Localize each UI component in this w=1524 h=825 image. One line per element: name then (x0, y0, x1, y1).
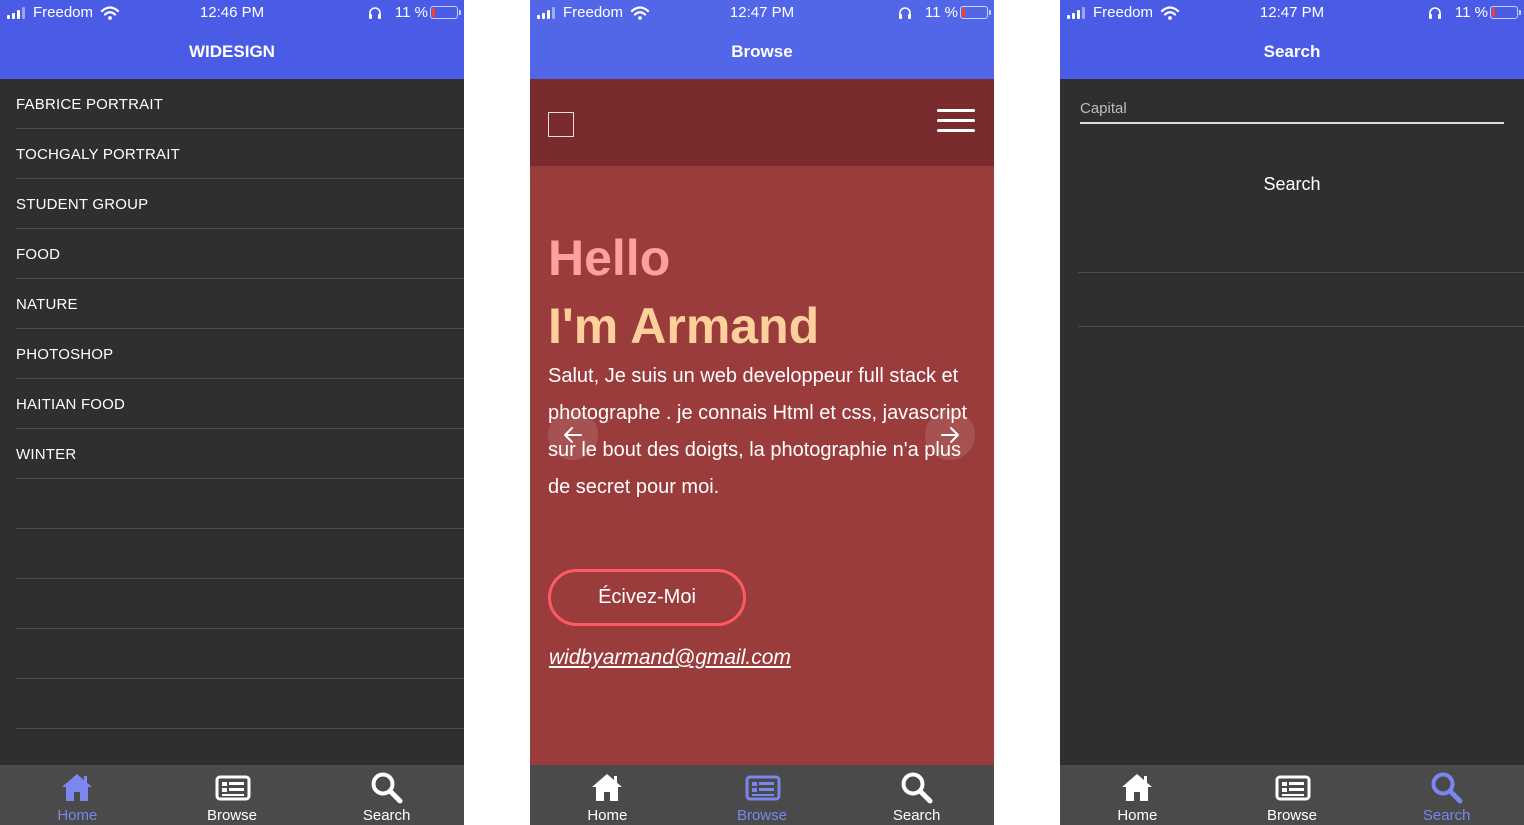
carousel-next-button[interactable] (925, 410, 975, 460)
list-item[interactable]: TOCHGALY PORTRAIT (16, 129, 464, 179)
arrow-right-icon (941, 427, 959, 443)
list-item[interactable]: WINTER (16, 429, 464, 479)
tab-home[interactable]: Home (1060, 765, 1215, 825)
list-item[interactable]: FOOD (16, 229, 464, 279)
battery-percent: 11 % (1454, 4, 1488, 21)
battery-percent: 11 % (924, 4, 958, 21)
tab-browse[interactable]: Browse (685, 765, 840, 825)
divider (1078, 326, 1524, 327)
status-bar: Freedom 12:47 PM 11 % (530, 0, 994, 26)
empty-row (16, 529, 464, 579)
tab-bar: Home Browse Search (0, 765, 464, 825)
tab-home[interactable]: Home (0, 765, 155, 825)
list-item-label: FABRICE PORTRAIT (16, 96, 164, 113)
tab-search-label: Search (1422, 807, 1471, 824)
home-icon (1122, 774, 1153, 801)
tab-home-label: Home (587, 807, 628, 824)
tab-home-label: Home (1117, 807, 1158, 824)
search-icon (370, 771, 404, 805)
hero-section: Hello I'm Armand Salut, Je suis un web d… (530, 166, 994, 765)
browse-icon (745, 775, 781, 801)
search-icon (900, 771, 934, 805)
tab-browse[interactable]: Browse (155, 765, 310, 825)
list-item-label: WINTER (16, 446, 77, 463)
list-item[interactable]: HAITIAN FOOD (16, 379, 464, 429)
hero-greeting: Hello (548, 230, 671, 286)
empty-row (16, 579, 464, 629)
divider (1078, 272, 1524, 273)
list-item[interactable]: FABRICE PORTRAIT (16, 79, 464, 129)
empty-row (16, 479, 464, 529)
page-title: WIDESIGN (189, 42, 275, 61)
hero-name: I'm Armand (548, 298, 820, 354)
tab-browse[interactable]: Browse (1215, 765, 1370, 825)
empty-row (16, 629, 464, 679)
search-icon (1430, 771, 1464, 805)
browse-icon (215, 775, 251, 801)
menu-icon[interactable] (937, 109, 975, 133)
headphones-icon (368, 7, 382, 19)
home-icon (62, 774, 93, 801)
logo-placeholder[interactable] (548, 112, 574, 137)
headphones-icon (898, 7, 912, 19)
list-item[interactable]: STUDENT GROUP (16, 179, 464, 229)
list-item-label: HAITIAN FOOD (16, 396, 126, 413)
capital-input[interactable] (1080, 96, 1504, 120)
browse-icon (1275, 775, 1311, 801)
status-bar: Freedom 12:46 PM 11 % (0, 0, 464, 26)
tab-search-label: Search (362, 807, 411, 824)
battery-icon (1490, 6, 1521, 19)
search-button[interactable]: Search (1060, 174, 1524, 195)
list-item-label: NATURE (16, 296, 78, 313)
carousel-prev-button[interactable] (548, 410, 598, 460)
home-screen: Freedom 12:46 PM 11 % WIDESIGN FABRICE P… (0, 0, 464, 825)
list-item-label: TOCHGALY PORTRAIT (16, 146, 180, 163)
tab-browse-label: Browse (1266, 807, 1317, 824)
empty-row (16, 679, 464, 729)
list-item-label: PHOTOSHOP (16, 346, 114, 363)
email-link[interactable]: widbyarmand@gmail.com (549, 646, 791, 670)
browse-screen: Freedom 12:47 PM 11 % Browse Hello I'm A… (530, 0, 994, 825)
home-icon (592, 774, 623, 801)
list-item[interactable]: NATURE (16, 279, 464, 329)
webview-header (530, 79, 994, 166)
tab-bar: Home Browse Search (1060, 765, 1524, 825)
list-item[interactable]: PHOTOSHOP (16, 329, 464, 379)
tab-browse-label: Browse (736, 807, 787, 824)
list-item-label: FOOD (16, 246, 61, 263)
tab-home-label: Home (57, 807, 98, 824)
capital-field (1080, 96, 1504, 124)
page-title: Browse (731, 42, 793, 61)
nav-bar: Freedom 12:47 PM 11 % Browse (530, 0, 994, 79)
tab-search-label: Search (892, 807, 941, 824)
page-title: Search (1263, 42, 1321, 61)
tab-bar: Home Browse Search (530, 765, 994, 825)
nav-bar: Freedom 12:47 PM 11 % Search (1060, 0, 1524, 79)
tab-search[interactable]: Search (839, 765, 994, 825)
list-item-label: STUDENT GROUP (16, 196, 149, 213)
arrow-left-icon (564, 427, 582, 443)
search-screen: Freedom 12:47 PM 11 % Search Search Home… (1060, 0, 1524, 825)
nav-bar: Freedom 12:46 PM 11 % WIDESIGN (0, 0, 464, 79)
battery-percent: 11 % (394, 4, 428, 21)
tab-home[interactable]: Home (530, 765, 685, 825)
hero-bio: Salut, Je suis un web developpeur full s… (548, 365, 968, 498)
contact-button[interactable]: Écivez-Moi (548, 569, 746, 626)
tab-browse-label: Browse (206, 807, 257, 824)
battery-icon (430, 6, 461, 19)
battery-icon (960, 6, 991, 19)
status-bar: Freedom 12:47 PM 11 % (1060, 0, 1524, 26)
tab-search[interactable]: Search (1369, 765, 1524, 825)
tab-search[interactable]: Search (309, 765, 464, 825)
headphones-icon (1428, 7, 1442, 19)
category-list: FABRICE PORTRAIT TOCHGALY PORTRAIT STUDE… (0, 79, 464, 729)
